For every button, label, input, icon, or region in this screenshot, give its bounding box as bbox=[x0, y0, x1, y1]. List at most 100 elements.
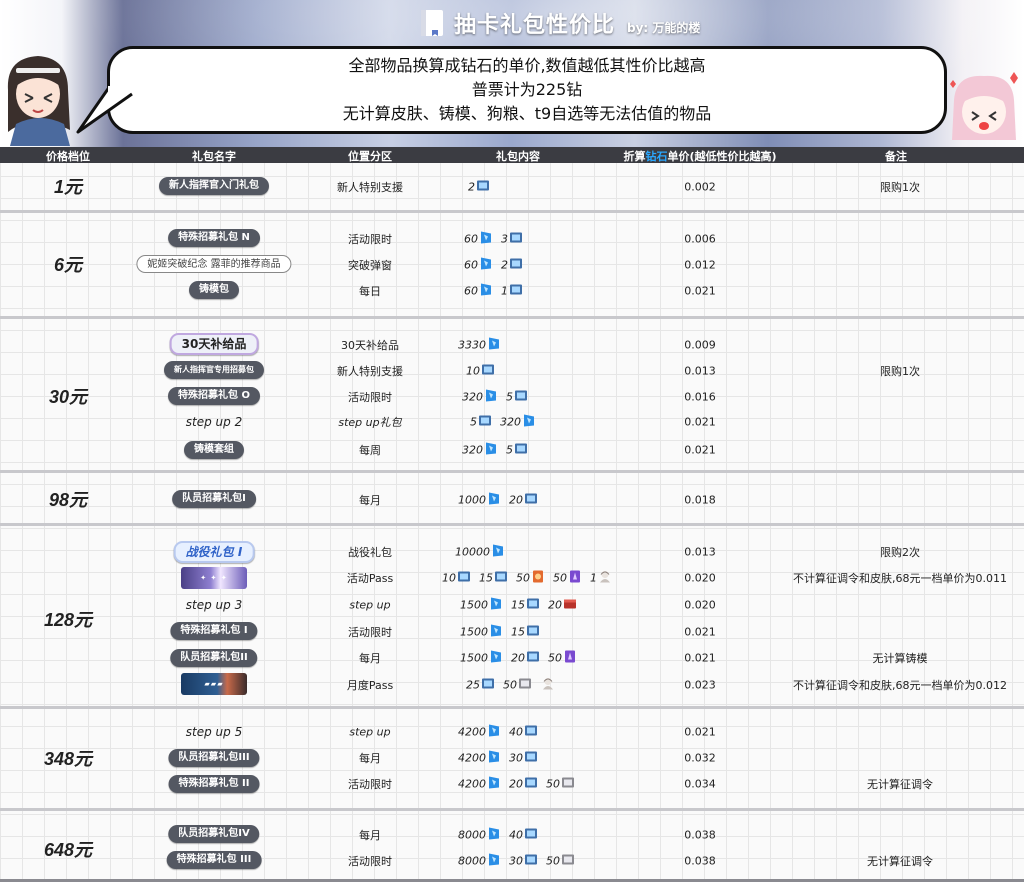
content-qty: 5 bbox=[506, 390, 513, 404]
pack-name-badge: 特殊招募礼包 II bbox=[168, 775, 260, 793]
pack-name-badge: 特殊招募礼包 III bbox=[166, 851, 262, 869]
ticket-icon bbox=[526, 649, 540, 668]
character-skin-icon bbox=[541, 676, 555, 695]
gem-icon bbox=[479, 282, 493, 301]
unit-price: 0.013 bbox=[684, 364, 716, 378]
content-qty: 40 bbox=[509, 828, 523, 842]
tier-price: 128元 bbox=[43, 610, 93, 630]
unit-price: 0.002 bbox=[684, 180, 716, 194]
content-qty: 4200 bbox=[458, 725, 486, 739]
content-qty: 8000 bbox=[458, 828, 486, 842]
mission-pass-banner-image: ▰▰▰ bbox=[181, 673, 247, 695]
pack-location: 每日 bbox=[359, 285, 381, 298]
pack-note: 限购1次 bbox=[880, 365, 920, 378]
content-item: 320 bbox=[462, 441, 498, 460]
pack-location: step up bbox=[349, 725, 391, 739]
unit-price: 0.009 bbox=[684, 338, 716, 352]
pack-contents: 1500 15 bbox=[460, 623, 540, 642]
pack-name-text: step up 5 bbox=[185, 725, 243, 739]
pack-contents: 320 5 bbox=[462, 441, 528, 460]
content-item: 1500 bbox=[460, 623, 503, 642]
content-item bbox=[540, 676, 555, 695]
ticket-icon bbox=[509, 282, 523, 301]
content-item: 30 bbox=[509, 852, 538, 871]
purple-card-icon bbox=[568, 569, 582, 588]
gem-icon bbox=[487, 723, 501, 742]
tier-divider bbox=[0, 470, 1024, 473]
pack-note: 限购1次 bbox=[880, 181, 920, 194]
content-qty: 30 bbox=[509, 854, 523, 868]
content-item: 60 bbox=[464, 230, 493, 249]
content-qty: 20 bbox=[511, 651, 525, 665]
unit-price: 0.038 bbox=[684, 854, 716, 868]
content-item: 8000 bbox=[458, 852, 501, 871]
gem-icon bbox=[487, 852, 501, 871]
character-skin-icon bbox=[598, 569, 612, 588]
pack-name-badge: 队员招募礼包IV bbox=[168, 825, 260, 843]
content-qty: 1500 bbox=[460, 651, 488, 665]
pack-name-badge: 特殊招募礼包 I bbox=[170, 622, 258, 640]
red-box-icon bbox=[563, 596, 577, 615]
pack-contents: 60 1 bbox=[464, 282, 523, 301]
pack-location: 月度Pass bbox=[346, 679, 394, 692]
unit-price: 0.020 bbox=[684, 598, 716, 612]
content-qty: 320 bbox=[462, 390, 483, 404]
pack-location: step up bbox=[349, 598, 391, 612]
gem-icon bbox=[487, 826, 501, 845]
content-qty: 50 bbox=[548, 651, 562, 665]
pack-location: 战役礼包 bbox=[348, 546, 392, 559]
pack-name-badge: 特殊招募礼包 N bbox=[168, 229, 260, 247]
ticket-icon bbox=[524, 491, 538, 510]
gem-icon bbox=[491, 543, 505, 562]
content-qty: 50 bbox=[553, 571, 567, 585]
content-qty: 50 bbox=[516, 571, 530, 585]
content-qty: 2 bbox=[501, 258, 508, 272]
content-qty: 15 bbox=[511, 625, 525, 639]
col-price: 价格档位 bbox=[46, 150, 90, 163]
content-item: 25 bbox=[466, 676, 495, 695]
pack-note: 不计算征调令和皮肤,68元一档单价为0.011 bbox=[793, 572, 1007, 585]
tier-divider bbox=[0, 316, 1024, 319]
pack-note: 无计算征调令 bbox=[867, 855, 933, 868]
content-item: 5 bbox=[506, 388, 528, 407]
pack-name-badge: 战役礼包 I bbox=[173, 541, 255, 563]
pack-contents: 1500 20 50 bbox=[460, 649, 577, 668]
unit-price: 0.021 bbox=[684, 415, 716, 429]
gem-icon bbox=[484, 441, 498, 460]
pack-contents: 10000 bbox=[455, 543, 505, 562]
event-pass-banner-image: ✦ ✦ ✦ bbox=[181, 567, 247, 589]
mascot-right-avatar bbox=[950, 72, 1018, 140]
pack-location: 活动Pass bbox=[346, 572, 394, 585]
content-item: 50 bbox=[546, 775, 575, 794]
unit-price: 0.021 bbox=[684, 725, 716, 739]
content-item: 10 bbox=[466, 362, 495, 381]
content-item: 50 bbox=[553, 569, 582, 588]
content-qty: 3 bbox=[501, 232, 508, 246]
pack-note: 不计算征调令和皮肤,68元一档单价为0.012 bbox=[793, 679, 1007, 692]
gem-icon bbox=[479, 256, 493, 275]
content-item: 1 bbox=[501, 282, 523, 301]
pack-contents: 5 320 bbox=[470, 413, 536, 432]
mascot-left-avatar bbox=[7, 56, 70, 146]
pack-location: 每月 bbox=[359, 752, 381, 765]
unit-price: 0.018 bbox=[684, 493, 716, 507]
pack-location: 新人特别支援 bbox=[337, 365, 403, 378]
pack-location: 活动限时 bbox=[348, 626, 392, 639]
content-qty: 5 bbox=[506, 443, 513, 457]
content-qty: 40 bbox=[509, 725, 523, 739]
title-bar: 抽卡礼包性价比 by: 万能的楼 bbox=[418, 6, 700, 40]
pack-location: 30天补给品 bbox=[341, 339, 399, 352]
pack-name-badge: 队员招募礼包II bbox=[170, 649, 258, 667]
content-qty: 50 bbox=[546, 777, 560, 791]
pack-name-badge: 队员招募礼包I bbox=[172, 490, 256, 508]
content-item: 60 bbox=[464, 282, 493, 301]
unit-price: 0.038 bbox=[684, 828, 716, 842]
content-item: 3330 bbox=[458, 336, 501, 355]
content-item: 2 bbox=[468, 178, 490, 197]
content-item: 50 bbox=[546, 852, 575, 871]
silver-box-icon bbox=[518, 676, 532, 695]
pack-contents: 60 2 bbox=[464, 256, 523, 275]
pack-name-text: step up 2 bbox=[185, 415, 243, 429]
pack-contents: 320 5 bbox=[462, 388, 528, 407]
pack-location: 每月 bbox=[359, 494, 381, 507]
